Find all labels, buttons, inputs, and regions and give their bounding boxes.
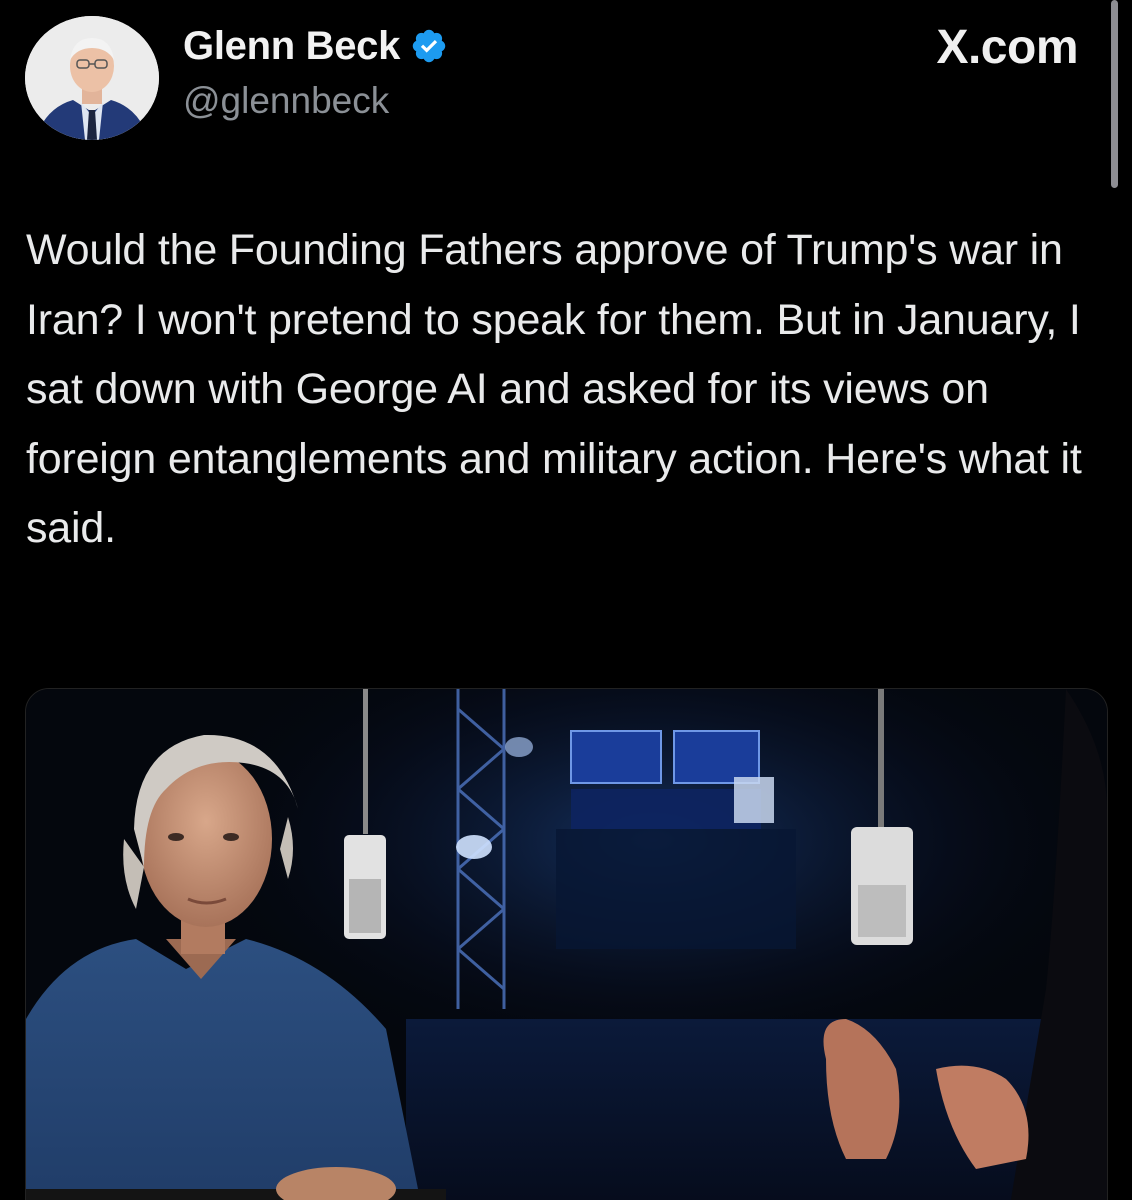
author-display-name[interactable]: Glenn Beck: [183, 24, 400, 69]
avatar-image: [25, 16, 159, 140]
tweet-media-video[interactable]: [25, 688, 1108, 1200]
verified-badge-icon: [412, 29, 446, 63]
author-handle[interactable]: @glennbeck: [183, 80, 389, 122]
author-avatar[interactable]: [25, 16, 159, 140]
tweet-text: Would the Founding Fathers approve of Tr…: [26, 226, 1082, 552]
scrollbar[interactable]: [1111, 0, 1118, 188]
author-name-row[interactable]: Glenn Beck: [183, 22, 448, 70]
brand-label: X.com: [936, 21, 1078, 74]
video-thumbnail-image: [26, 689, 1107, 1200]
